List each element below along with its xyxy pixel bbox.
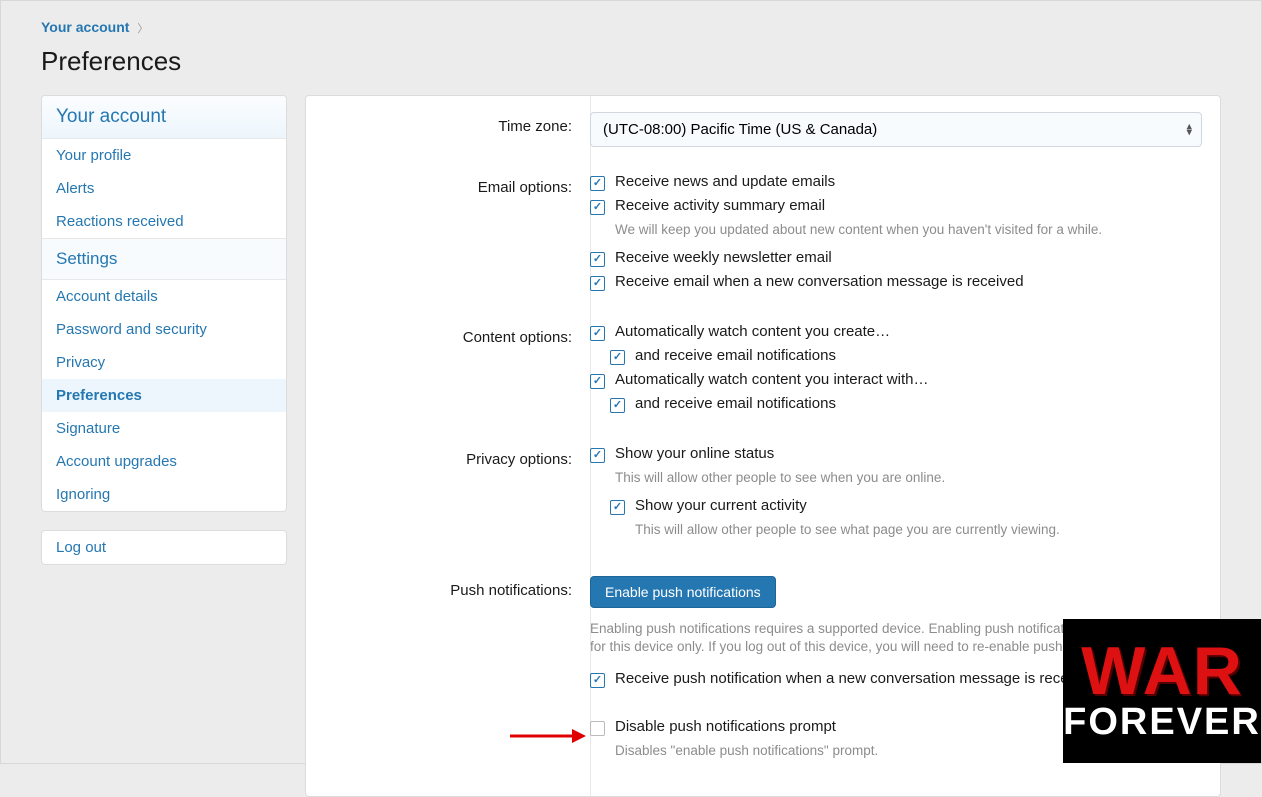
checkbox-activity-summary[interactable] [590, 200, 605, 215]
checkbox-current-activity[interactable] [610, 500, 625, 515]
sidebar-item-privacy[interactable]: Privacy [42, 346, 286, 379]
opt-disable-push-prompt: Disable push notifications prompt [615, 718, 836, 735]
privacy-options-label: Privacy options: [306, 445, 590, 549]
opt-push-conversation: Receive push notification when a new con… [615, 670, 1096, 687]
checkbox-news-emails[interactable] [590, 176, 605, 191]
logo-line2: FOREVER [1063, 703, 1261, 741]
checkbox-weekly-newsletter[interactable] [590, 252, 605, 267]
opt-news-emails: Receive news and update emails [615, 173, 835, 190]
site-logo: WAR FOREVER [1063, 619, 1261, 763]
opt-conversation-email: Receive email when a new conversation me… [615, 273, 1024, 290]
sidebar-item-ignoring[interactable]: Ignoring [42, 478, 286, 511]
push-notifications-label: Push notifications: [306, 576, 590, 771]
opt-watch-create-email: and receive email notifications [635, 347, 836, 364]
sidebar-item-profile[interactable]: Your profile [42, 139, 286, 172]
sidebar-heading-account[interactable]: Your account [42, 96, 286, 139]
chevron-right-icon: 〉 [137, 23, 148, 35]
opt-online-status: Show your online status [615, 445, 774, 462]
email-options-label: Email options: [306, 173, 590, 297]
checkbox-push-conversation[interactable] [590, 673, 605, 688]
account-sidebar: Your account Your profile Alerts Reactio… [41, 95, 287, 583]
enable-push-button[interactable]: Enable push notifications [590, 576, 776, 608]
opt-activity-summary: Receive activity summary email [615, 197, 825, 214]
opt-watch-create: Automatically watch content you create… [615, 323, 890, 340]
checkbox-conversation-email[interactable] [590, 276, 605, 291]
sidebar-item-account-details[interactable]: Account details [42, 280, 286, 313]
checkbox-watch-interact[interactable] [590, 374, 605, 389]
hint-current-activity: This will allow other people to see what… [635, 521, 1202, 539]
sidebar-item-reactions[interactable]: Reactions received [42, 205, 286, 238]
sidebar-item-upgrades[interactable]: Account upgrades [42, 445, 286, 478]
page-title: Preferences [41, 46, 1221, 77]
checkbox-watch-create[interactable] [590, 326, 605, 341]
hint-online-status: This will allow other people to see when… [615, 469, 1202, 487]
hint-activity-summary: We will keep you updated about new conte… [615, 221, 1202, 239]
checkbox-watch-interact-email[interactable] [610, 398, 625, 413]
timezone-label: Time zone: [306, 112, 590, 147]
breadcrumb-link[interactable]: Your account [41, 19, 129, 35]
checkbox-online-status[interactable] [590, 448, 605, 463]
opt-current-activity: Show your current activity [635, 497, 807, 514]
checkbox-watch-create-email[interactable] [610, 350, 625, 365]
breadcrumb: Your account 〉 [41, 1, 1221, 42]
sidebar-item-logout[interactable]: Log out [42, 531, 286, 564]
opt-watch-interact: Automatically watch content you interact… [615, 371, 928, 388]
logo-line1: WAR [1081, 641, 1243, 702]
sidebar-item-signature[interactable]: Signature [42, 412, 286, 445]
content-options-label: Content options: [306, 323, 590, 419]
sidebar-heading-settings[interactable]: Settings [42, 239, 286, 280]
sidebar-item-alerts[interactable]: Alerts [42, 172, 286, 205]
timezone-select[interactable]: (UTC-08:00) Pacific Time (US & Canada) [590, 112, 1202, 147]
opt-watch-interact-email: and receive email notifications [635, 395, 836, 412]
sidebar-item-preferences[interactable]: Preferences [42, 379, 286, 412]
sidebar-item-password[interactable]: Password and security [42, 313, 286, 346]
opt-weekly-newsletter: Receive weekly newsletter email [615, 249, 832, 266]
checkbox-disable-push-prompt[interactable] [590, 721, 605, 736]
